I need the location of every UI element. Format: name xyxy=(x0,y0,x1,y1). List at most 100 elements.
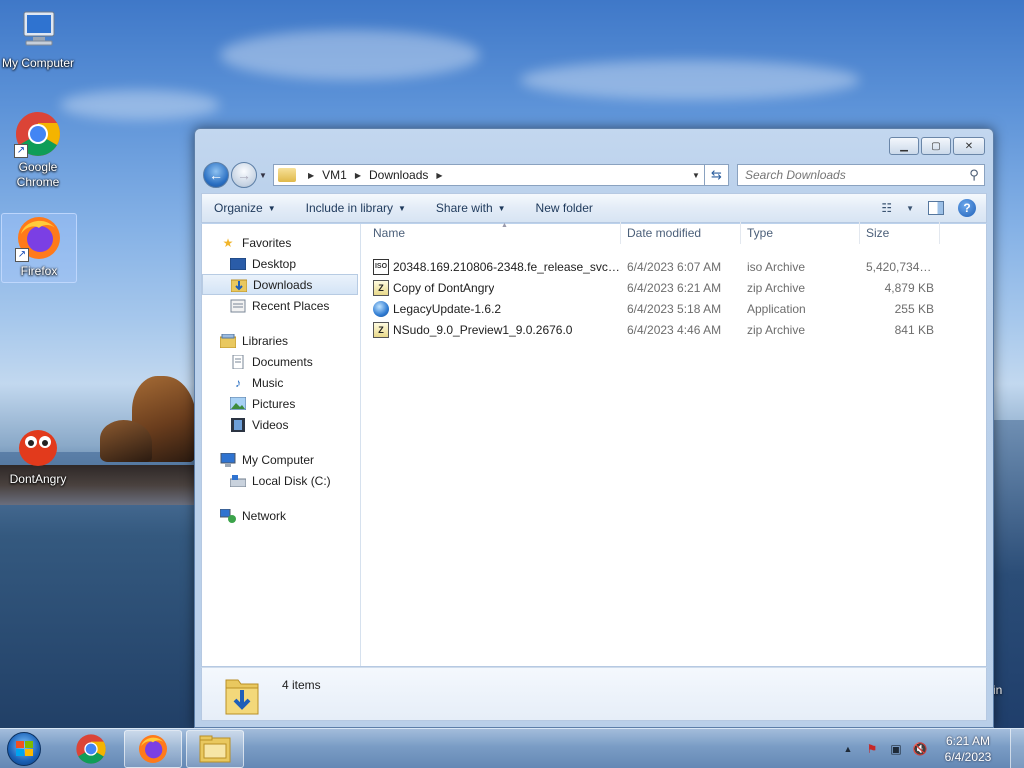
file-list: ISO 20348.169.210806-2348.fe_release_svc… xyxy=(361,256,986,340)
desktop-icon-label: Firefox xyxy=(20,264,58,278)
music-icon: ♪ xyxy=(235,375,241,390)
recent-pages-dropdown[interactable]: ▼ xyxy=(257,171,269,180)
help-icon[interactable]: ? xyxy=(958,199,976,217)
nav-pictures-label: Pictures xyxy=(252,396,296,411)
share-with-label: Share with xyxy=(435,201,493,215)
sort-ascending-icon: ▲ xyxy=(501,222,508,229)
action-center-flag-icon[interactable]: ⚑ xyxy=(860,742,884,756)
view-options-dropdown-icon[interactable]: ▼ xyxy=(906,204,914,213)
show-desktop-button[interactable] xyxy=(1010,728,1024,768)
file-row[interactable]: ISO 20348.169.210806-2348.fe_release_svc… xyxy=(361,256,986,277)
search-box[interactable]: ⚲ xyxy=(737,164,985,186)
nav-recent-places[interactable]: Recent Places xyxy=(202,295,360,316)
column-header-date-modified[interactable]: Date modified xyxy=(621,222,741,244)
desktop-icon-my-computer[interactable]: My Computer xyxy=(0,6,76,71)
nav-desktop[interactable]: Desktop xyxy=(202,253,360,274)
search-icon[interactable]: ⚲ xyxy=(964,167,984,183)
chevron-down-icon: ▼ xyxy=(267,203,276,213)
new-folder-label: New folder xyxy=(535,201,593,215)
chevron-down-icon: ▼ xyxy=(497,203,506,213)
nav-libraries[interactable]: Libraries xyxy=(202,330,360,351)
explorer-window[interactable]: ▁ ▢ ✕ ← → ▼ ▶ VM1 ▶ Downloads ▶ ▼ ⇆ Sear… xyxy=(194,128,994,728)
refresh-icon: ⇆ xyxy=(711,167,722,182)
minimize-button[interactable]: ▁ xyxy=(889,137,919,155)
file-row[interactable]: Z NSudo_9.0_Preview1_9.0.2676.0 6/4/2023… xyxy=(361,319,986,340)
close-icon: ✕ xyxy=(964,140,974,152)
forward-button[interactable]: → xyxy=(231,162,257,188)
nav-documents-label: Documents xyxy=(252,354,313,369)
change-view-icon[interactable]: ☷ xyxy=(881,201,892,215)
file-row[interactable]: Z Copy of DontAngry 6/4/2023 6:21 AM zip… xyxy=(361,277,986,298)
nav-documents[interactable]: Documents xyxy=(202,351,360,372)
computer-icon xyxy=(14,6,62,54)
chevron-right-icon[interactable]: ▶ xyxy=(436,171,442,180)
nav-my-computer[interactable]: My Computer xyxy=(202,449,360,470)
clock-time: 6:21 AM xyxy=(945,733,991,748)
file-date: 6/4/2023 6:21 AM xyxy=(627,280,722,295)
taskbar-explorer-button[interactable] xyxy=(186,729,244,768)
file-list-pane: ▲ Name Date modified Type Size ISO 20348… xyxy=(361,222,986,666)
desktop-icon-chrome[interactable]: ↗ Google Chrome xyxy=(0,110,76,190)
chevron-right-icon[interactable]: ▶ xyxy=(355,171,361,180)
close-button[interactable]: ✕ xyxy=(953,137,985,155)
file-size: 841 KB xyxy=(894,322,934,337)
address-dropdown-icon[interactable]: ▼ xyxy=(688,171,704,180)
file-name: Copy of DontAngry xyxy=(393,280,495,295)
explorer-content: ★ Favorites Desktop Downloads Recent Pla… xyxy=(201,222,987,667)
nav-local-disk-c[interactable]: Local Disk (C:) xyxy=(202,470,360,491)
nav-videos[interactable]: Videos xyxy=(202,414,360,435)
preview-pane-icon[interactable] xyxy=(928,201,944,215)
file-row[interactable]: LegacyUpdate-1.6.2 6/4/2023 5:18 AM Appl… xyxy=(361,298,986,319)
column-header-size[interactable]: Size xyxy=(860,222,940,244)
desktop-icon-dontangry[interactable]: DontAngry xyxy=(0,422,76,487)
recent-places-icon xyxy=(230,299,246,313)
breadcrumb-vm1[interactable]: VM1 xyxy=(322,168,347,182)
nav-videos-label: Videos xyxy=(252,417,289,432)
nav-favorites[interactable]: ★ Favorites xyxy=(202,232,360,253)
column-header-name[interactable]: Name xyxy=(361,222,621,244)
command-bar: Organize ▼ Include in library ▼ Share wi… xyxy=(201,193,987,223)
nav-pictures[interactable]: Pictures xyxy=(202,393,360,414)
nav-local-disk-label: Local Disk (C:) xyxy=(252,473,331,488)
chevron-right-icon[interactable]: ▶ xyxy=(308,171,314,180)
details-pane: 4 items xyxy=(201,667,987,721)
folder-icon xyxy=(278,168,296,182)
column-header-type[interactable]: Type xyxy=(741,222,860,244)
downloads-icon xyxy=(231,278,247,292)
file-name: LegacyUpdate-1.6.2 xyxy=(393,301,502,316)
volume-muted-icon[interactable]: 🔇 xyxy=(908,742,932,756)
network-icon xyxy=(220,508,236,523)
back-button[interactable]: ← xyxy=(203,162,229,188)
desktop-icon-firefox[interactable]: ↗ Firefox xyxy=(1,213,77,283)
include-in-library-button[interactable]: Include in library ▼ xyxy=(306,201,406,215)
share-with-button[interactable]: Share with ▼ xyxy=(436,201,506,215)
start-button[interactable] xyxy=(0,729,48,768)
shortcut-arrow-icon: ↗ xyxy=(14,144,28,158)
forward-arrow-icon: → xyxy=(237,167,251,183)
breadcrumb-downloads[interactable]: Downloads xyxy=(369,168,428,182)
nav-downloads[interactable]: Downloads xyxy=(202,274,358,295)
taskbar-chrome-button[interactable] xyxy=(62,730,120,768)
pictures-icon xyxy=(230,397,246,411)
refresh-button[interactable]: ⇆ xyxy=(705,164,729,186)
rock-scenery-small xyxy=(100,420,152,462)
show-hidden-icons-icon[interactable]: ▲ xyxy=(836,744,860,754)
address-bar[interactable]: ▶ VM1 ▶ Downloads ▶ ▼ xyxy=(273,164,705,186)
maximize-button[interactable]: ▢ xyxy=(921,137,951,155)
file-size: 5,420,734 KB xyxy=(866,259,939,274)
chevron-down-icon: ▼ xyxy=(398,203,406,213)
new-folder-button[interactable]: New folder xyxy=(536,201,593,215)
organize-button[interactable]: Organize ▼ xyxy=(214,201,276,215)
nav-music[interactable]: ♪ Music xyxy=(202,372,360,393)
taskbar-firefox-button[interactable] xyxy=(124,729,182,768)
network-status-icon[interactable]: ▣ xyxy=(884,742,908,756)
back-arrow-icon: ← xyxy=(209,167,223,183)
system-tray: ▲ ⚑ ▣ 🔇 6:21 AM 6/4/2023 xyxy=(836,728,1024,768)
search-input[interactable] xyxy=(745,168,964,182)
file-type: zip Archive xyxy=(747,280,806,295)
downloads-folder-icon xyxy=(224,674,260,716)
file-date: 6/4/2023 6:07 AM xyxy=(627,259,722,274)
clock[interactable]: 6:21 AM 6/4/2023 xyxy=(932,733,1004,765)
nav-music-label: Music xyxy=(252,375,284,390)
nav-network[interactable]: Network xyxy=(202,505,360,526)
